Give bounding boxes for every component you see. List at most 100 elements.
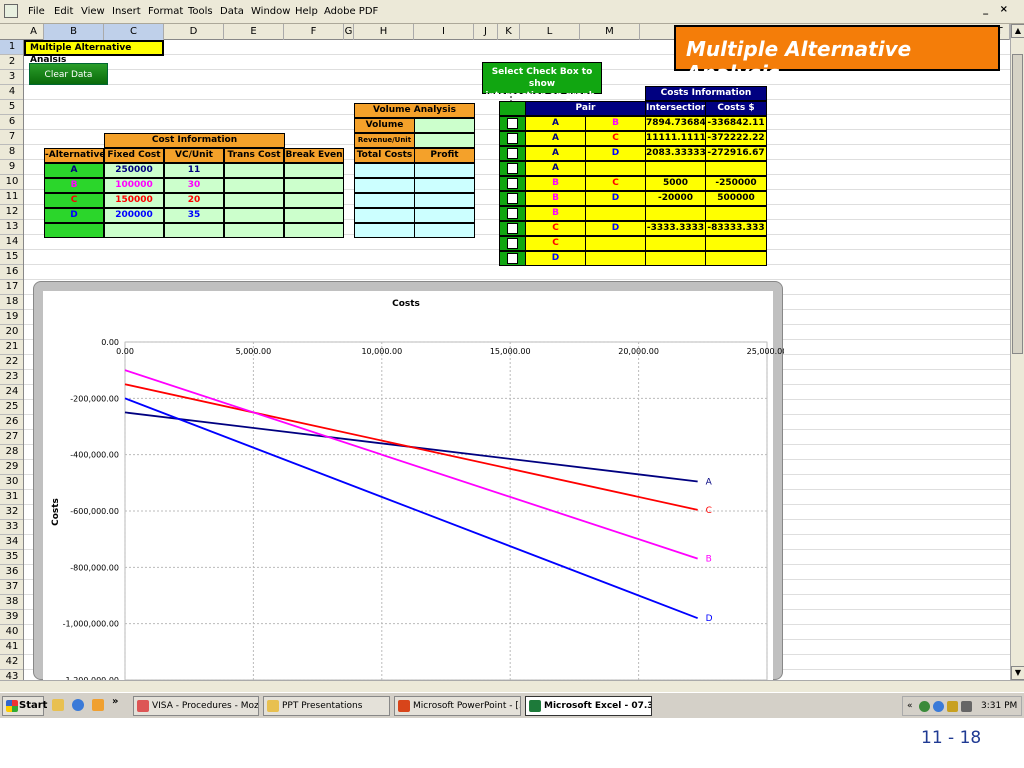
row-header[interactable]: 43 — [0, 670, 23, 680]
row-header[interactable]: 25 — [0, 400, 23, 415]
worksheet-grid[interactable]: Multiple Alternative Analsis Clear Data … — [24, 40, 1010, 680]
column-header[interactable]: H — [354, 24, 414, 40]
row-header[interactable]: 10 — [0, 175, 23, 190]
clear-data-button[interactable]: Clear Data — [29, 63, 108, 85]
chevron-right-icon[interactable]: » — [112, 696, 118, 707]
row-header[interactable]: 39 — [0, 610, 23, 625]
row-header[interactable]: 17 — [0, 280, 23, 295]
cost-info-cell[interactable] — [284, 208, 344, 223]
scroll-thumb[interactable] — [1012, 54, 1023, 354]
intersection-checkbox-cell[interactable] — [499, 251, 526, 266]
row-header[interactable]: 33 — [0, 520, 23, 535]
column-header[interactable]: B — [44, 24, 104, 40]
cost-info-cell[interactable]: 11 — [164, 163, 224, 178]
checkbox[interactable] — [507, 178, 518, 189]
window-controls[interactable]: _ × — [983, 4, 1012, 15]
checkbox[interactable] — [507, 118, 518, 129]
row-header[interactable]: 23 — [0, 370, 23, 385]
column-header[interactable]: E — [224, 24, 284, 40]
cost-info-cell[interactable]: D — [44, 208, 104, 223]
menu-view[interactable]: View — [81, 6, 105, 17]
outlook-icon[interactable] — [92, 699, 104, 711]
cost-info-cell[interactable] — [164, 223, 224, 238]
cost-info-cell[interactable]: 35 — [164, 208, 224, 223]
row-header[interactable]: 27 — [0, 430, 23, 445]
cost-info-cell[interactable] — [224, 178, 284, 193]
row-header[interactable]: 4 — [0, 85, 23, 100]
horizontal-scrollbar[interactable] — [0, 680, 1024, 692]
checkbox[interactable] — [507, 163, 518, 174]
cost-info-cell[interactable]: A — [44, 163, 104, 178]
menu-data[interactable]: Data — [220, 6, 244, 17]
row-header[interactable]: 7 — [0, 130, 23, 145]
row-header[interactable]: 5 — [0, 100, 23, 115]
total-costs-cell[interactable] — [354, 223, 415, 238]
cost-info-cell[interactable] — [284, 223, 344, 238]
cost-info-cell[interactable] — [224, 163, 284, 178]
cost-info-cell[interactable]: 200000 — [104, 208, 164, 223]
row-header[interactable]: 36 — [0, 565, 23, 580]
title-cell[interactable]: Multiple Alternative Analsis — [24, 40, 164, 65]
row-header[interactable]: 32 — [0, 505, 23, 520]
row-header[interactable]: 31 — [0, 490, 23, 505]
menu-window[interactable]: Window — [251, 6, 290, 17]
total-costs-cell[interactable] — [354, 193, 415, 208]
total-costs-cell[interactable] — [354, 178, 415, 193]
row-header[interactable]: 14 — [0, 235, 23, 250]
cost-info-cell[interactable]: C — [44, 193, 104, 208]
menu-file[interactable]: File — [28, 6, 45, 17]
column-header[interactable]: G — [344, 24, 354, 40]
row-header[interactable]: 42 — [0, 655, 23, 670]
intersection-checkbox-cell[interactable] — [499, 191, 526, 206]
row-header[interactable]: 38 — [0, 595, 23, 610]
cost-info-cell[interactable]: 30 — [164, 178, 224, 193]
volume-input[interactable] — [414, 118, 475, 133]
total-costs-cell[interactable] — [354, 208, 415, 223]
scroll-down-icon[interactable]: ▼ — [1011, 666, 1024, 680]
total-costs-cell[interactable] — [354, 163, 415, 178]
cost-info-cell[interactable] — [224, 208, 284, 223]
intersection-checkbox-cell[interactable] — [499, 206, 526, 221]
row-header[interactable]: 9 — [0, 160, 23, 175]
intersection-checkbox-cell[interactable] — [499, 146, 526, 161]
row-header[interactable]: 2 — [0, 55, 23, 70]
row-header[interactable]: 13 — [0, 220, 23, 235]
start-button[interactable]: Start — [2, 696, 47, 716]
column-header[interactable]: K — [498, 24, 520, 40]
checkbox[interactable] — [507, 133, 518, 144]
cost-info-cell[interactable]: 150000 — [104, 193, 164, 208]
checkbox[interactable] — [507, 193, 518, 204]
cost-info-cell[interactable]: B — [44, 178, 104, 193]
column-header[interactable]: M — [580, 24, 640, 40]
row-header[interactable]: 28 — [0, 445, 23, 460]
intersection-checkbox-cell[interactable] — [499, 161, 526, 176]
chart-area[interactable]: Costs Costs 0.00 5,000.00 10,000.00 15,000.00… — [33, 281, 784, 680]
row-header[interactable]: 15 — [0, 250, 23, 265]
profit-cell[interactable] — [414, 223, 475, 238]
cost-info-cell[interactable] — [44, 223, 104, 238]
menu-help[interactable]: Help — [295, 6, 318, 17]
row-header[interactable]: 29 — [0, 460, 23, 475]
row-header[interactable]: 8 — [0, 145, 23, 160]
menu-format[interactable]: Format — [148, 6, 183, 17]
intersection-checkbox-cell[interactable] — [499, 116, 526, 131]
profit-cell[interactable] — [414, 208, 475, 223]
cost-info-cell[interactable]: 250000 — [104, 163, 164, 178]
excel-app-icon[interactable] — [4, 4, 18, 18]
column-header[interactable]: A — [24, 24, 44, 40]
tray-sync-icon[interactable] — [933, 701, 944, 712]
cost-info-cell[interactable] — [284, 193, 344, 208]
row-header[interactable]: 11 — [0, 190, 23, 205]
tray-expand-icon[interactable]: « — [907, 697, 913, 715]
row-header[interactable]: 6 — [0, 115, 23, 130]
taskbar-item-ppt-folder[interactable]: PPT Presentations — [263, 696, 390, 716]
row-header[interactable]: 24 — [0, 385, 23, 400]
checkbox[interactable] — [507, 208, 518, 219]
row-header[interactable]: 1 — [0, 40, 23, 55]
row-header[interactable]: 37 — [0, 580, 23, 595]
tray-shield-icon[interactable] — [947, 701, 958, 712]
profit-cell[interactable] — [414, 178, 475, 193]
row-header[interactable]: 12 — [0, 205, 23, 220]
menu-edit[interactable]: Edit — [54, 6, 73, 17]
row-header[interactable]: 3 — [0, 70, 23, 85]
